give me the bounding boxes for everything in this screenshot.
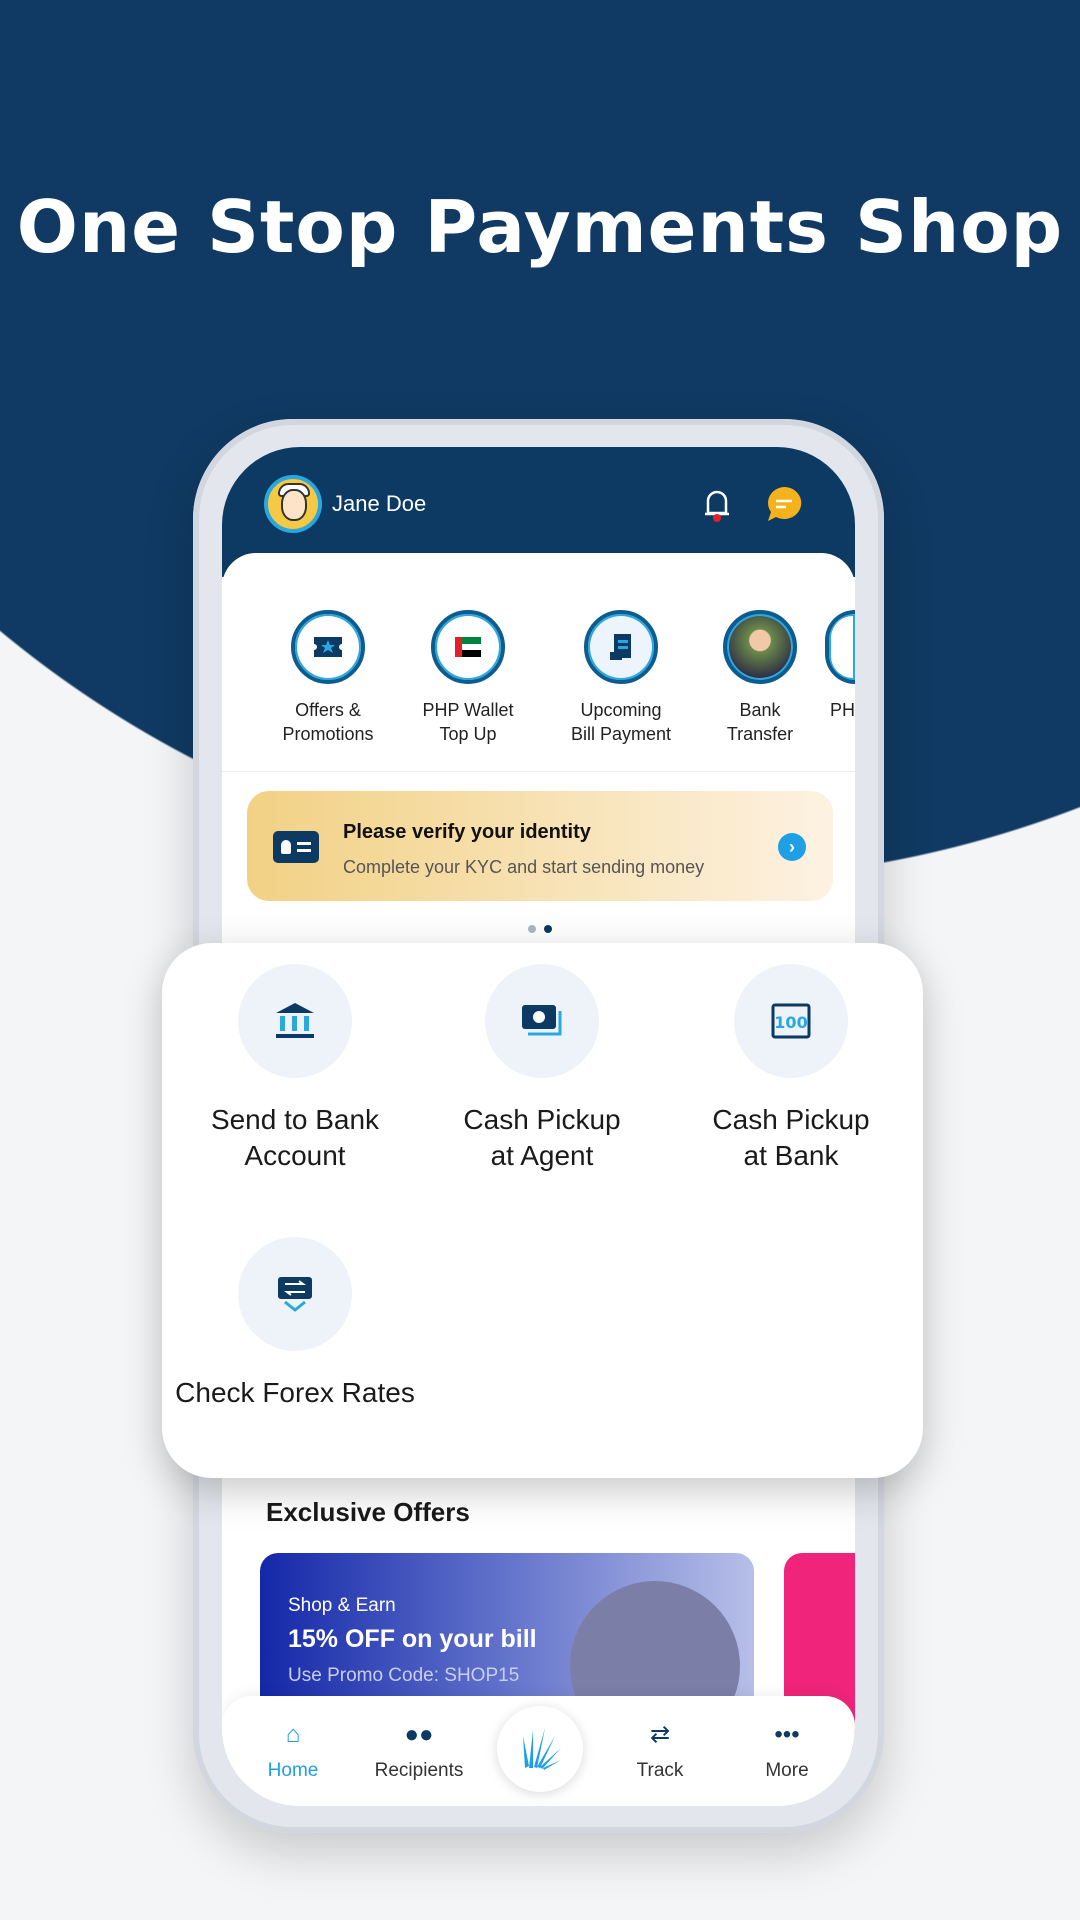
avatar[interactable]	[264, 475, 322, 533]
service-cash-agent[interactable]: Cash Pickup at Agent	[417, 964, 667, 1174]
service-send-to-bank[interactable]: Send to Bank Account	[170, 964, 420, 1174]
transfer-arrows-icon: ⇄	[649, 1721, 671, 1748]
nav-track[interactable]: ⇄ Track	[605, 1720, 715, 1782]
service-label: Account	[244, 1140, 346, 1171]
nav-more[interactable]: ••• More	[732, 1720, 842, 1782]
nav-home[interactable]: ⌂ Home	[238, 1720, 348, 1782]
ticket-star-icon	[314, 637, 342, 657]
service-label: at Agent	[490, 1140, 594, 1171]
service-label: at Bank	[743, 1140, 839, 1171]
chevron-right-icon[interactable]: ›	[778, 833, 806, 861]
label-line: Bill Payment	[570, 724, 672, 744]
more-dots-icon: •••	[774, 1721, 800, 1748]
service-label: Cash Pickup	[712, 1104, 870, 1135]
label-line: PH	[829, 700, 855, 720]
divider	[222, 771, 855, 772]
label-line: Transfer	[726, 724, 794, 744]
logo-icon	[523, 1728, 561, 1770]
quick-action-partial[interactable]: PH	[782, 610, 855, 722]
offer-tag: Shop & Earn	[288, 1595, 396, 1616]
nav-label: More	[765, 1760, 809, 1781]
services-popup: Send to Bank Account Cash Pickup at Agent …	[162, 943, 923, 1478]
offer-headline: 15% OFF on your bill	[288, 1625, 537, 1653]
carousel-dot-active[interactable]	[544, 925, 552, 933]
nav-label: Track	[636, 1760, 684, 1781]
label-line: Offers &	[295, 700, 361, 720]
label-line: Top Up	[439, 724, 497, 744]
service-label: Cash Pickup	[463, 1104, 621, 1135]
service-cash-bank[interactable]: 100 Cash Pickup at Bank	[666, 964, 916, 1174]
receipt-icon	[610, 634, 631, 660]
user-name: Jane Doe	[332, 491, 427, 516]
svg-text:100: 100	[774, 1013, 807, 1032]
bottom-nav: ⌂ Home ●● Recipients ⇄ Track ••• More	[222, 1696, 855, 1806]
chat-icon[interactable]	[764, 485, 804, 523]
app-logo-button[interactable]	[497, 1706, 583, 1792]
service-label: Send to Bank	[210, 1104, 380, 1135]
nav-recipients[interactable]: ●● Recipients	[364, 1720, 474, 1782]
headline: One Stop Payments Shop	[16, 185, 1064, 269]
service-label: Check Forex Rates	[175, 1377, 415, 1408]
label-line: Promotions	[282, 724, 374, 744]
label-line: Upcoming	[580, 700, 662, 720]
home-icon: ⌂	[285, 1721, 301, 1748]
quick-action-php-wallet[interactable]: PHP Wallet Top Up	[398, 610, 538, 746]
label-line: PHP Wallet	[422, 700, 514, 720]
carousel-dot[interactable]	[528, 925, 536, 933]
nav-label: Home	[267, 1760, 319, 1781]
kyc-subtitle: Complete your KYC and start sending mone…	[343, 857, 705, 877]
offer-promo: Use Promo Code: SHOP15	[288, 1665, 520, 1686]
people-icon: ●●	[404, 1721, 434, 1748]
bank-100-icon: 100	[771, 1003, 811, 1039]
bank-icon	[276, 1003, 314, 1038]
quick-action-offers[interactable]: Offers & Promotions	[258, 610, 398, 746]
nav-label: Recipients	[374, 1760, 464, 1781]
section-title: Exclusive Offers	[266, 1497, 470, 1527]
service-forex-rates[interactable]: Check Forex Rates	[170, 1237, 420, 1411]
exchange-icon	[278, 1277, 312, 1312]
cash-icon	[522, 1005, 562, 1036]
id-card-icon	[273, 831, 319, 863]
kyc-title: Please verify your identity	[343, 821, 591, 843]
quick-action-upcoming-bill[interactable]: Upcoming Bill Payment	[551, 610, 691, 746]
kyc-banner[interactable]: Please verify your identity Complete you…	[247, 791, 833, 901]
uae-flag-icon	[455, 637, 481, 657]
bell-icon[interactable]	[702, 485, 732, 525]
